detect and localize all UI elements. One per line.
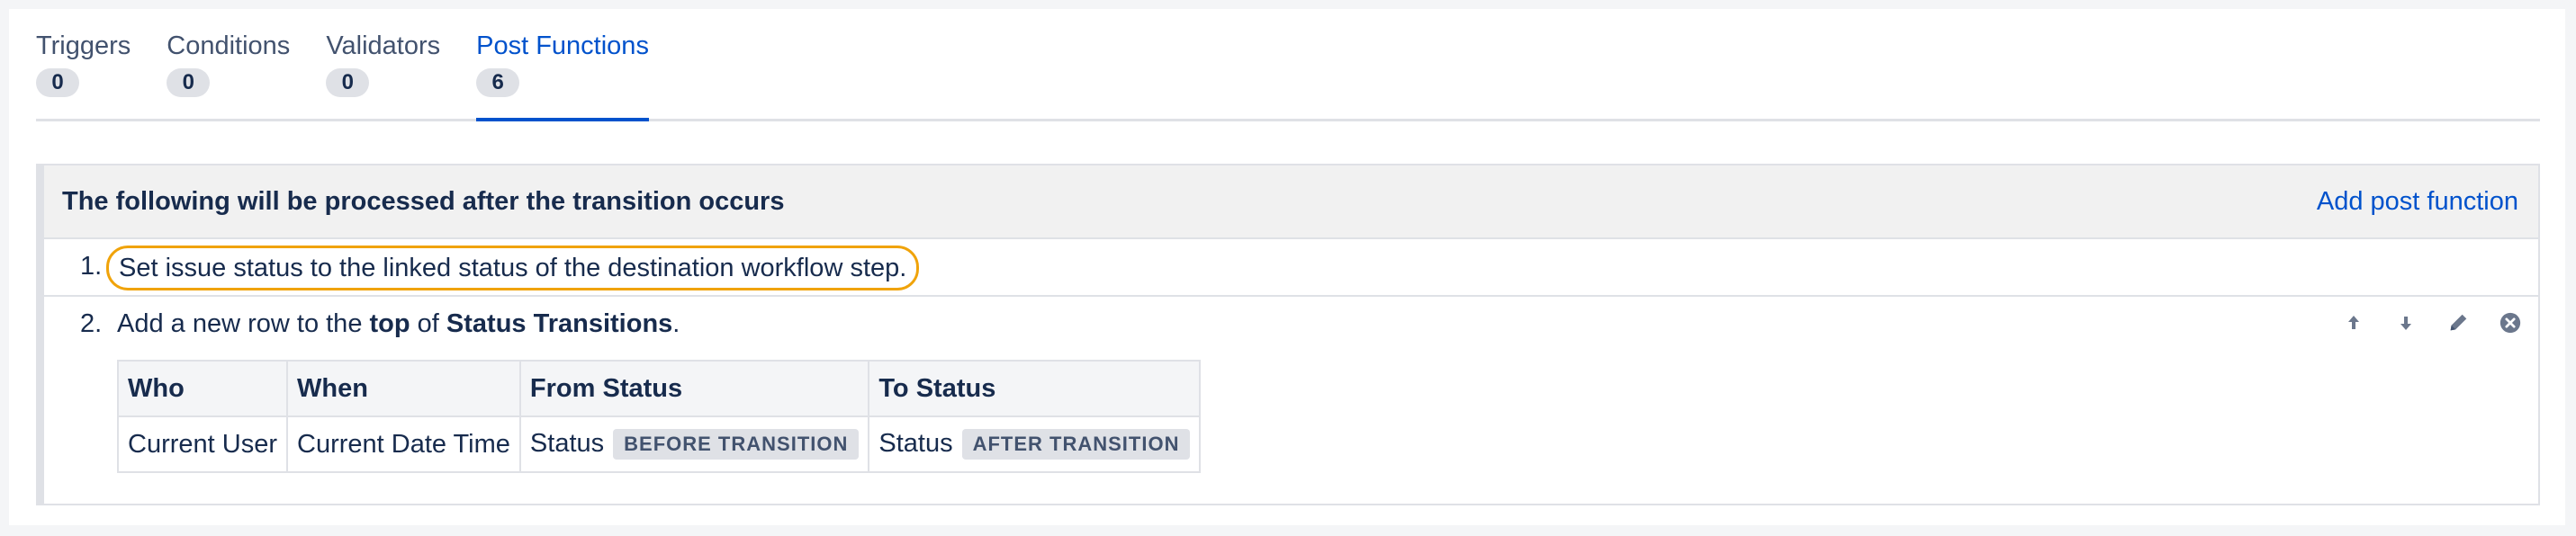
column-header: Who (117, 360, 288, 417)
cell-who: Current User (117, 415, 288, 473)
tab-conditions[interactable]: Conditions 0 (167, 31, 290, 119)
tab-label: Conditions (167, 31, 291, 60)
delete-icon[interactable] (2499, 309, 2522, 336)
tab-bar: Triggers 0 Conditions 0 Validators 0 Pos… (36, 31, 2540, 121)
panel-header: The following will be processed after th… (44, 165, 2538, 239)
tab-validators[interactable]: Validators 0 (326, 31, 440, 119)
description-text: Add a new row to the (117, 309, 370, 338)
tab-post-functions[interactable]: Post Functions 6 (476, 31, 649, 121)
tab-count-badge: 0 (167, 68, 211, 97)
column-header: To Status (868, 360, 1202, 417)
tab-count-badge: 6 (476, 68, 520, 97)
post-functions-panel: The following will be processed after th… (36, 164, 2540, 505)
description-text: of (410, 309, 446, 338)
column-header: From Status (518, 360, 870, 417)
workflow-transition-page: Triggers 0 Conditions 0 Validators 0 Pos… (9, 9, 2565, 525)
cell-when: Current Date Time (286, 415, 521, 473)
table-row: Current User Current Date Time Status BEF… (117, 415, 1202, 473)
post-function-description: Set issue status to the linked status of… (106, 246, 920, 290)
tab-count-badge: 0 (326, 68, 370, 97)
cell-to-status: Status AFTER TRANSITION (868, 415, 1202, 473)
tab-count-badge: 0 (36, 68, 79, 97)
cell-from-status: Status BEFORE TRANSITION (518, 415, 870, 473)
before-transition-lozenge: BEFORE TRANSITION (613, 429, 860, 460)
from-status-text: Status (529, 428, 605, 458)
arrow-down-icon[interactable] (2394, 309, 2418, 336)
description-bold-position: top (369, 309, 410, 338)
tab-label: Validators (326, 31, 441, 60)
post-function-item: 1. Set issue status to the linked status… (44, 239, 2538, 297)
post-function-item: 2. Add a new row to the top of Status Tr… (44, 297, 2538, 504)
item-number: 1. (80, 252, 103, 281)
column-header: When (286, 360, 521, 417)
after-transition-lozenge: AFTER TRANSITION (961, 429, 1191, 460)
tab-label: Triggers (36, 31, 131, 60)
add-post-function-link[interactable]: Add post function (2317, 187, 2518, 217)
tab-triggers[interactable]: Triggers 0 (36, 31, 131, 119)
post-function-description: Add a new row to the top of Status Trans… (117, 309, 680, 339)
item-actions (2342, 309, 2522, 336)
panel-title: The following will be processed after th… (62, 186, 785, 216)
status-transitions-table: Who When From Status To Status Current U… (117, 360, 1202, 473)
edit-pencil-icon[interactable] (2446, 309, 2470, 336)
description-bold-field: Status Transitions (446, 309, 673, 338)
description-text: . (672, 309, 680, 338)
tab-label: Post Functions (476, 31, 649, 60)
item-number: 2. (80, 309, 103, 338)
arrow-up-icon[interactable] (2342, 309, 2365, 336)
to-status-text: Status (878, 428, 953, 458)
table-header-row: Who When From Status To Status (117, 360, 1202, 417)
